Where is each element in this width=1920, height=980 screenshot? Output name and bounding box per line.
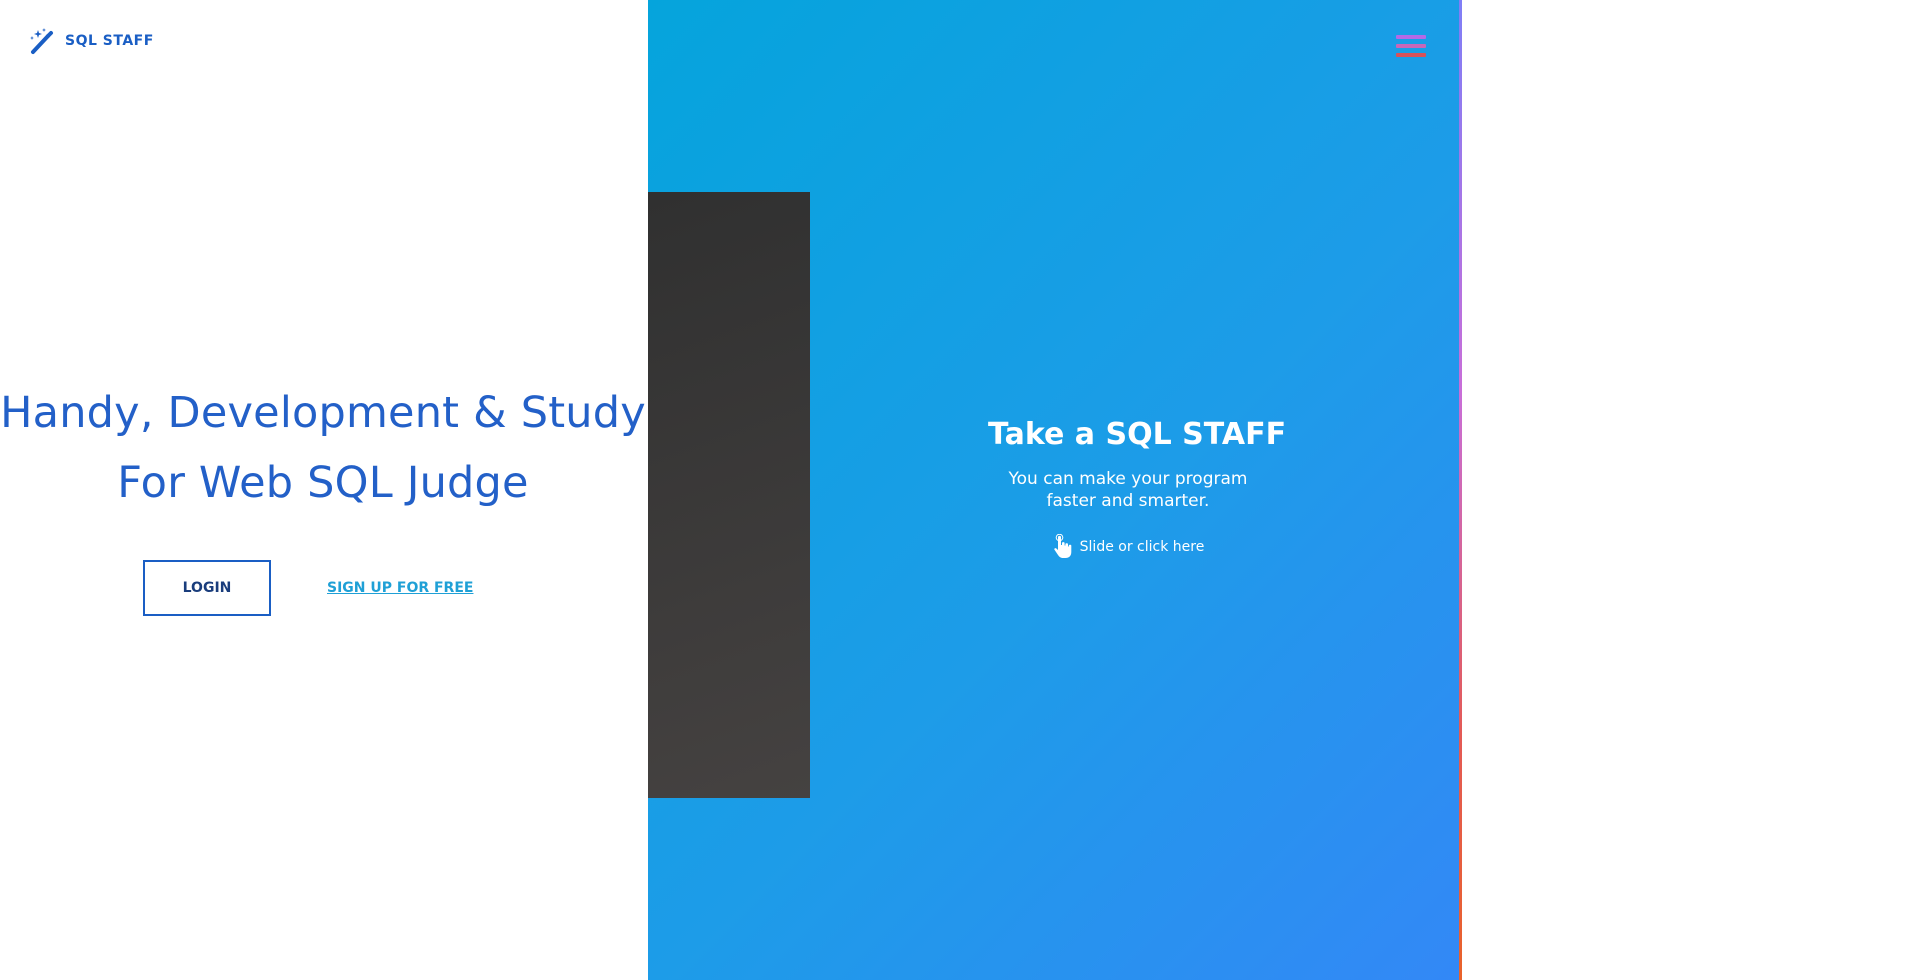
menu-bar-bottom <box>1396 53 1426 57</box>
magic-wand-icon <box>29 27 57 55</box>
slide-cta[interactable]: Slide or click here <box>1052 534 1205 560</box>
promo-content: Take a SQL STAFF You can make your progr… <box>988 413 1287 564</box>
dark-slide-card <box>648 192 810 798</box>
menu-button[interactable] <box>1393 33 1429 63</box>
hero-heading: Handy, Development & Study For Web SQL J… <box>0 378 646 518</box>
menu-bar-middle <box>1396 44 1426 48</box>
menu-bar-top <box>1396 35 1426 39</box>
landing-page: SQL STAFF Handy, Development & Study For… <box>0 0 1920 980</box>
hero-line-1: Handy, Development & Study <box>0 388 646 438</box>
brand-name: SQL STAFF <box>65 33 154 49</box>
hero-line-2: For Web SQL Judge <box>117 458 529 508</box>
login-button[interactable]: LOGIN <box>143 560 271 616</box>
promo-subtitle: You can make your program faster and sma… <box>988 468 1268 512</box>
promo-title: Take a SQL STAFF <box>988 417 1287 452</box>
panel-edge-strip <box>1459 0 1462 980</box>
signup-link[interactable]: SIGN UP FOR FREE <box>327 580 473 596</box>
brand-logo[interactable]: SQL STAFF <box>29 27 154 55</box>
hand-pointer-icon <box>1052 534 1074 560</box>
promo-subtitle-line-1: You can make your program <box>1008 469 1248 489</box>
promo-subtitle-line-2: faster and smarter. <box>1046 491 1210 511</box>
slide-cta-label: Slide or click here <box>1079 539 1205 555</box>
